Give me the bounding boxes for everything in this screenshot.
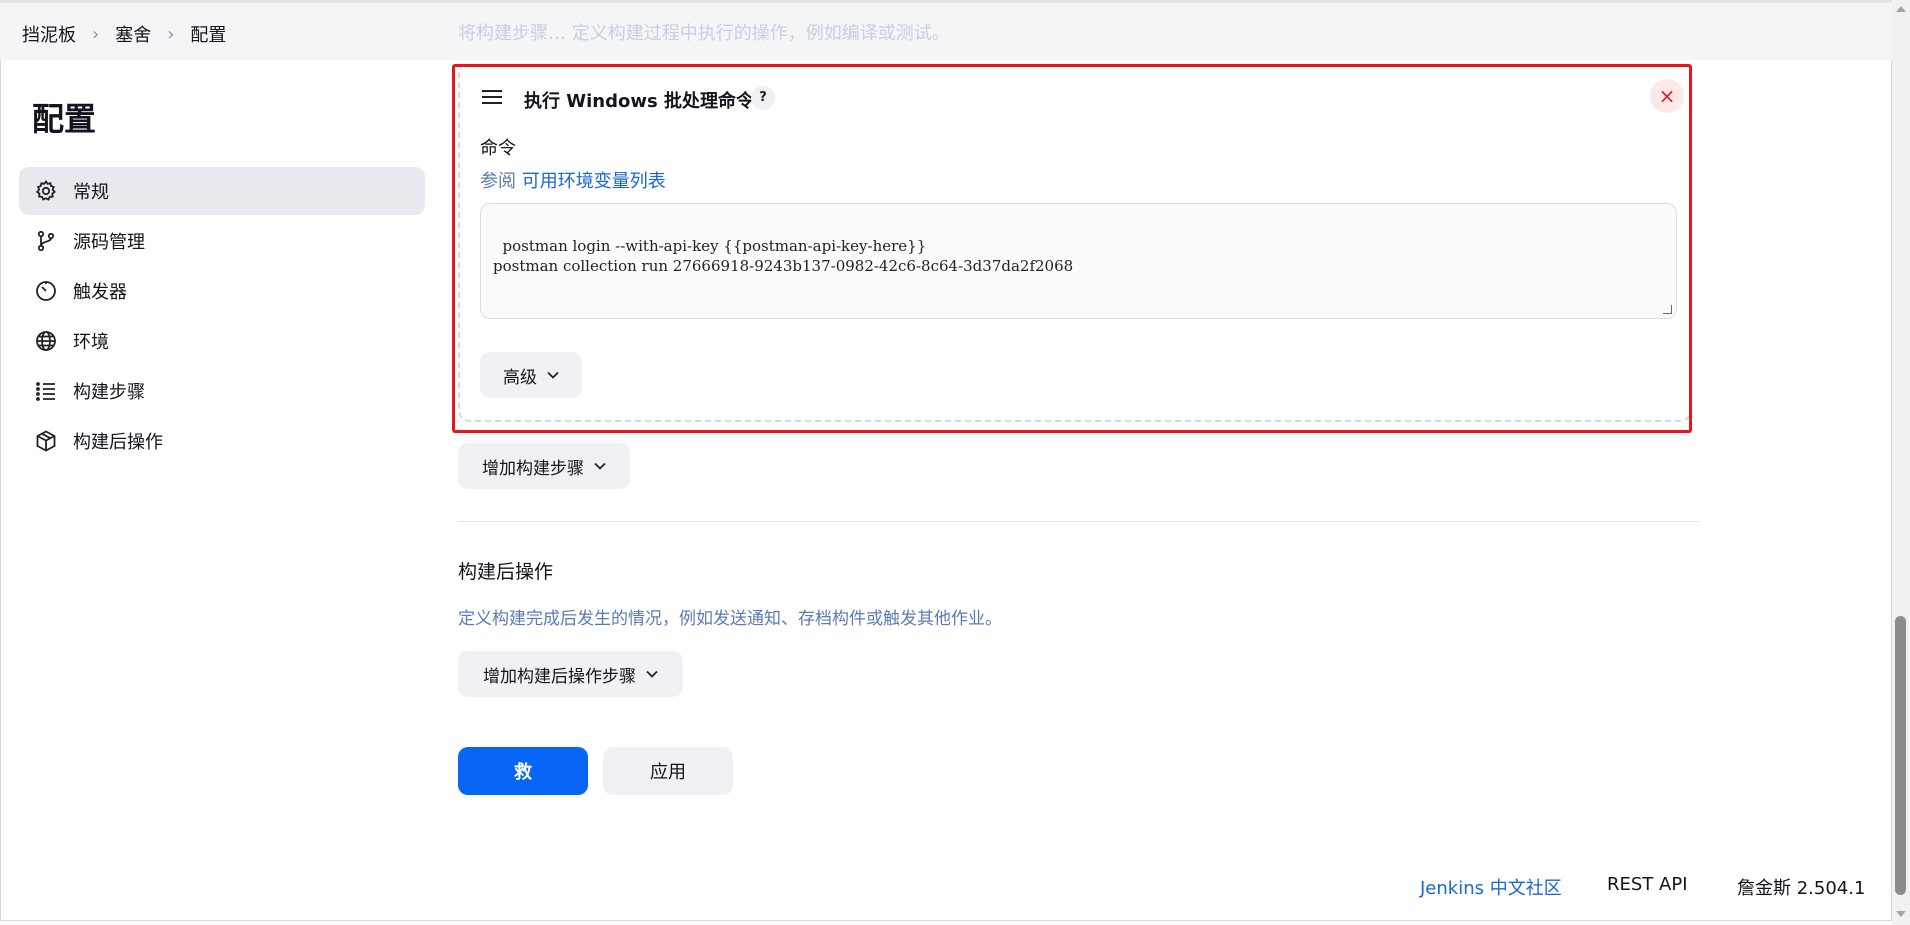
page-scrollbar[interactable]: [1892, 0, 1910, 925]
sidebar-item-label: 构建步骤: [73, 382, 145, 403]
sidebar-item-label: 触发器: [73, 282, 127, 303]
drag-handle-icon[interactable]: [481, 88, 503, 106]
page-title: 配置: [32, 100, 97, 138]
env-prefix: 参阅: [480, 171, 516, 192]
sidebar-item-environment[interactable]: 环境: [19, 317, 425, 365]
footer-community-link[interactable]: Jenkins 中文社区: [1420, 874, 1562, 900]
add-build-step-button[interactable]: 增加构建步骤: [458, 443, 630, 489]
chevron-down-icon: [646, 670, 658, 678]
clock-icon: [33, 278, 59, 304]
gear-icon: [33, 178, 59, 204]
post-build-description: 定义构建完成后发生的情况，例如发送通知、存档构件或触发其他作业。: [458, 609, 1002, 629]
scroll-down-icon[interactable]: [1896, 911, 1906, 917]
add-post-build-label: 增加构建后操作步骤: [483, 666, 636, 687]
footer-rest-api-link[interactable]: REST API: [1607, 874, 1688, 895]
command-text: postman login --with-api-key {{postman-a…: [493, 237, 1074, 275]
sidebar-item-label: 常规: [73, 182, 109, 203]
chevron-down-icon: [594, 462, 606, 470]
top-bar: 挡泥板 › 塞舍 › 配置 将构建步骤… 定义构建过程中执行的操作，例如编译或测…: [0, 0, 1892, 60]
sidebar: 常规 源码管理 触发器 环境 构建步骤 构建后操作: [19, 167, 425, 467]
command-textarea[interactable]: postman login --with-api-key {{postman-a…: [480, 203, 1677, 319]
add-build-step-label: 增加构建步骤: [482, 458, 584, 479]
sidebar-item-triggers[interactable]: 触发器: [19, 267, 425, 315]
list-icon: [33, 378, 59, 404]
faded-section-text: 将构建步骤… 定义构建过程中执行的操作，例如编译或测试。: [458, 23, 950, 44]
chevron-down-icon: [547, 371, 559, 379]
advanced-button[interactable]: 高级: [480, 352, 582, 398]
advanced-label: 高级: [503, 367, 537, 388]
breadcrumb: 挡泥板 › 塞舍 › 配置: [22, 21, 226, 47]
sidebar-item-label: 源码管理: [73, 232, 145, 253]
branch-icon: [33, 228, 59, 254]
sidebar-item-scm[interactable]: 源码管理: [19, 217, 425, 265]
section-divider: [458, 521, 1700, 522]
footer-version[interactable]: 詹金斯 2.504.1: [1737, 874, 1865, 900]
save-button[interactable]: 救: [458, 747, 588, 795]
sidebar-item-label: 构建后操作: [73, 432, 163, 453]
globe-icon: [33, 328, 59, 354]
apply-button[interactable]: 应用: [603, 747, 733, 795]
sidebar-item-post-build[interactable]: 构建后操作: [19, 417, 425, 465]
breadcrumb-item-config[interactable]: 配置: [190, 21, 226, 47]
breadcrumb-item-job[interactable]: 塞舍: [115, 21, 151, 47]
command-label: 命令: [480, 138, 516, 159]
sidebar-item-general[interactable]: 常规: [19, 167, 425, 215]
help-button[interactable]: ?: [751, 86, 775, 110]
sidebar-item-label: 环境: [73, 332, 109, 353]
resize-handle-icon[interactable]: [1663, 305, 1672, 314]
env-vars-link-row: 参阅 可用环境变量列表: [480, 167, 666, 193]
package-icon: [33, 428, 59, 454]
post-build-title: 构建后操作: [458, 561, 554, 583]
build-step-title: 执行 Windows 批处理命令: [524, 91, 754, 112]
add-post-build-button[interactable]: 增加构建后操作步骤: [458, 651, 683, 697]
scroll-up-icon[interactable]: [1896, 6, 1906, 12]
env-vars-link[interactable]: 可用环境变量列表: [522, 171, 666, 192]
breadcrumb-item-dashboard[interactable]: 挡泥板: [22, 21, 76, 47]
sidebar-item-build-steps[interactable]: 构建步骤: [19, 367, 425, 415]
scroll-thumb[interactable]: [1895, 616, 1906, 895]
close-icon[interactable]: ×: [1650, 79, 1684, 113]
breadcrumb-separator-icon: ›: [167, 23, 175, 45]
breadcrumb-separator-icon: ›: [92, 23, 100, 45]
